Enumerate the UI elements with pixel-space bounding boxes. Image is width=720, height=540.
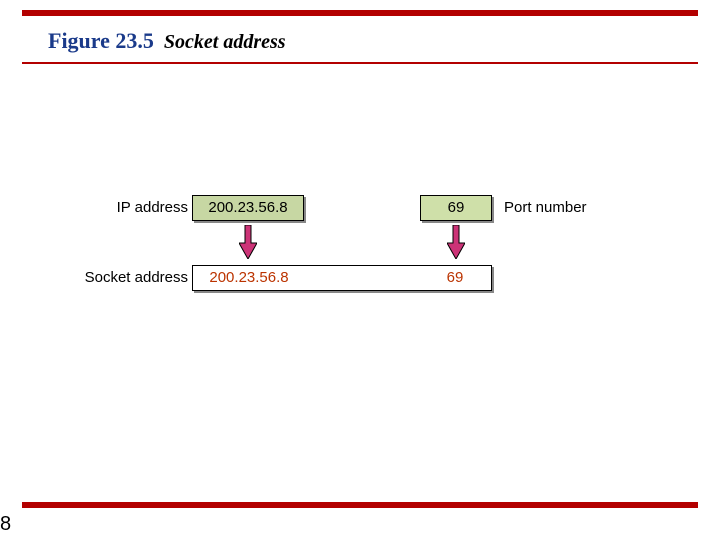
port-number-box: 69	[420, 195, 492, 221]
page: Figure 23.5 Socket address IP address 20…	[0, 0, 720, 540]
ip-address-box: 200.23.56.8	[192, 195, 304, 221]
figure-title: Socket address	[164, 31, 286, 54]
socket-port-value: 69	[419, 266, 491, 290]
bottom-rule	[22, 502, 698, 508]
socket-address-box: 200.23.56.8 69	[192, 265, 492, 291]
arrow-row	[80, 225, 640, 265]
heading-underline	[22, 62, 698, 64]
top-rule	[22, 10, 698, 16]
source-row: IP address 200.23.56.8 69 Port number	[80, 195, 640, 225]
arrow-down-icon	[239, 225, 257, 259]
ip-address-label: IP address	[80, 199, 188, 216]
socket-row: Socket address 200.23.56.8 69	[80, 265, 640, 295]
port-number-label: Port number	[504, 199, 587, 216]
arrow-down-icon	[447, 225, 465, 259]
socket-ip-value: 200.23.56.8	[193, 266, 305, 290]
figure-heading: Figure 23.5 Socket address	[48, 28, 286, 54]
page-number: 8	[0, 513, 11, 536]
figure-number: Figure 23.5	[48, 28, 154, 54]
socket-address-label: Socket address	[80, 269, 188, 286]
diagram: IP address 200.23.56.8 69 Port number So…	[80, 195, 640, 295]
